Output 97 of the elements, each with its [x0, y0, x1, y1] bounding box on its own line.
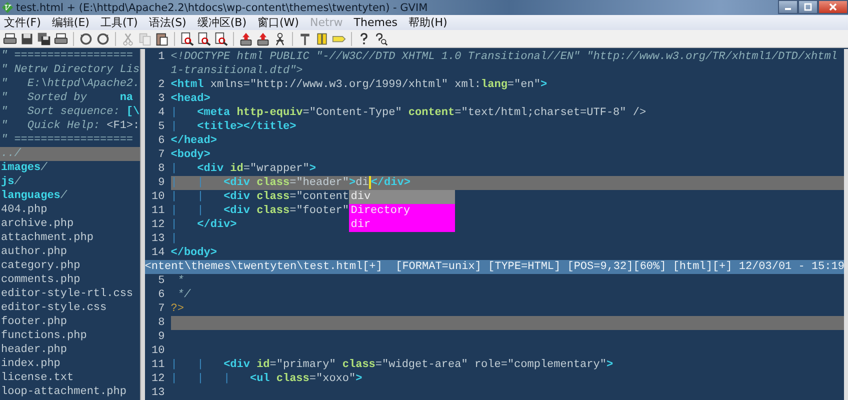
directory-listing-line[interactable]: license.txt [0, 371, 140, 385]
code-line: <head> [170, 93, 210, 105]
code-line: | </div> [170, 219, 237, 231]
up-arrow-tray-icon[interactable] [256, 32, 270, 46]
search-icon[interactable] [214, 32, 228, 46]
help-search-icon[interactable] [374, 32, 388, 46]
code-line: <!DOCTYPE html PUBLIC "-//W3C//DTD XHTML 1.0 Transitional//EN" "http://www.w3.org/TR/xhtml1/DTD/xhtml [170, 51, 838, 63]
code-line: | [170, 233, 178, 245]
line-number: 8 [157, 162, 166, 176]
directory-listing-line[interactable]: loop-attachment.php [0, 385, 140, 399]
line-number: 13 [150, 232, 166, 246]
line-number: 4 [157, 106, 166, 120]
printer-icon[interactable] [54, 32, 68, 46]
window-title: test.html + (E:\httpd\Apache2.2\htdocs\wp-content\themes\twentyten) - GVIM [16, 2, 429, 14]
line-number: 6 [157, 134, 166, 148]
search-icon[interactable] [197, 32, 211, 46]
directory-listing-line[interactable]: 404.php [0, 203, 140, 217]
menu-item[interactable]: 文件(F) [4, 15, 41, 30]
code-line: | | <div class="footer" [170, 205, 350, 217]
code-line: 1-transitional.dtd"> [170, 65, 303, 77]
directory-listing-line[interactable]: " Netrw Directory Lis [0, 63, 140, 77]
floppy-disks-icon[interactable] [37, 32, 51, 46]
line-number: 7 [157, 302, 166, 316]
code-line: | | <div id="primary" class="widget-area" role="complementary"> [170, 359, 614, 371]
menu-item[interactable]: Themes [354, 16, 398, 29]
line-number: 5 [157, 120, 166, 134]
directory-listing-line[interactable]: footer.php [0, 315, 140, 329]
code-line: | | | <ul class="xoxo"> [170, 373, 362, 385]
line-number: 8 [157, 316, 166, 330]
directory-listing-line[interactable]: editor-style.css [0, 301, 140, 315]
code-line: ?> [170, 303, 184, 315]
code-line: | <title></title> [170, 121, 296, 133]
line-number: 12 [150, 372, 166, 386]
line-number: 5 [157, 274, 166, 288]
close-icon [828, 3, 838, 11]
directory-listing-line[interactable]: " Quick Help: <F1>: [0, 119, 140, 133]
directory-listing-line[interactable]: js/ [0, 175, 140, 189]
line-number: 11 [150, 358, 166, 372]
directory-listing-line[interactable]: languages/ [0, 189, 140, 203]
line-number: 14 [150, 246, 166, 260]
code-line: | | <div class="content [170, 191, 350, 203]
line-number: 13 [150, 386, 166, 400]
directory-listing-line[interactable]: index.php [0, 357, 140, 371]
book-icon[interactable] [315, 32, 329, 46]
code-line: */ [176, 289, 191, 301]
directory-listing-line[interactable]: header.php [0, 343, 140, 357]
directory-listing-line[interactable]: author.php [0, 245, 140, 259]
line-number: 6 [157, 288, 166, 302]
directory-listing-line[interactable]: comments.php [0, 273, 140, 287]
code-line: </head> [170, 135, 217, 147]
code-line: * [176, 275, 184, 287]
code-line: | | <div class="header">di </div> [170, 177, 410, 189]
up-arrow-tray-icon[interactable] [239, 32, 253, 46]
menu-item[interactable]: 缓冲区(B) [197, 15, 246, 30]
directory-listing-line[interactable]: category.php [0, 259, 140, 273]
code-line: | <meta http-equiv="Content-Type" content="text/html;charset=UTF-8" /> [170, 107, 646, 119]
line-number: 10 [150, 190, 166, 204]
figure-icon[interactable] [273, 32, 287, 46]
maximize-button[interactable] [798, 0, 818, 14]
line-number: 3 [157, 92, 166, 106]
line-number: 11 [150, 204, 166, 218]
code-line: | <div id="wrapper"> [170, 163, 316, 175]
directory-listing-line[interactable]: " ================== [0, 49, 140, 63]
line-number: 9 [157, 330, 166, 344]
code-line: <body> [170, 149, 210, 161]
directory-listing-line[interactable]: images/ [0, 161, 140, 175]
vim-logo-icon [2, 2, 13, 13]
redo-icon[interactable] [96, 32, 110, 46]
directory-listing-line[interactable]: " ================== [0, 133, 140, 147]
directory-listing-line[interactable]: functions.php [0, 329, 140, 343]
menu-item[interactable]: 编辑(E) [52, 15, 90, 30]
directory-listing-line[interactable]: " Sorted by na [0, 91, 140, 105]
directory-listing-line[interactable]: editor-style-rtl.css [0, 287, 140, 301]
code-line: </body> [170, 247, 217, 259]
line-number: 7 [157, 148, 166, 162]
line-number: 10 [150, 344, 166, 358]
code-line: <html xmlns="http://www.w3.org/1999/xhtml" xml:lang="en"> [170, 79, 548, 91]
printer-icon[interactable] [3, 32, 17, 46]
directory-listing-line[interactable]: attachment.php [0, 231, 140, 245]
directory-listing-line[interactable]: archive.php [0, 217, 140, 231]
search-icon[interactable] [180, 32, 194, 46]
directory-listing-line[interactable]: " E:\httpd\Apache2. [0, 77, 140, 91]
directory-listing-line[interactable]: " Sort sequence: [\ [0, 105, 140, 119]
menu-item[interactable]: 语法(S) [148, 15, 186, 30]
menu-item[interactable]: 窗口(W) [258, 15, 299, 30]
line-number: 2 [157, 78, 166, 92]
line-number: 1 [157, 50, 166, 64]
minimize-button[interactable] [778, 0, 798, 14]
undo-icon[interactable] [79, 32, 93, 46]
clipboard-icon[interactable] [155, 32, 169, 46]
maximize-icon [803, 3, 813, 11]
hammer-icon[interactable] [298, 32, 312, 46]
menu-item[interactable]: 工具(T) [100, 15, 138, 30]
line-number: 12 [150, 218, 166, 232]
close-button[interactable] [818, 0, 848, 14]
menu-item[interactable]: 帮助(H) [408, 15, 448, 30]
line-number: 9 [157, 176, 166, 190]
